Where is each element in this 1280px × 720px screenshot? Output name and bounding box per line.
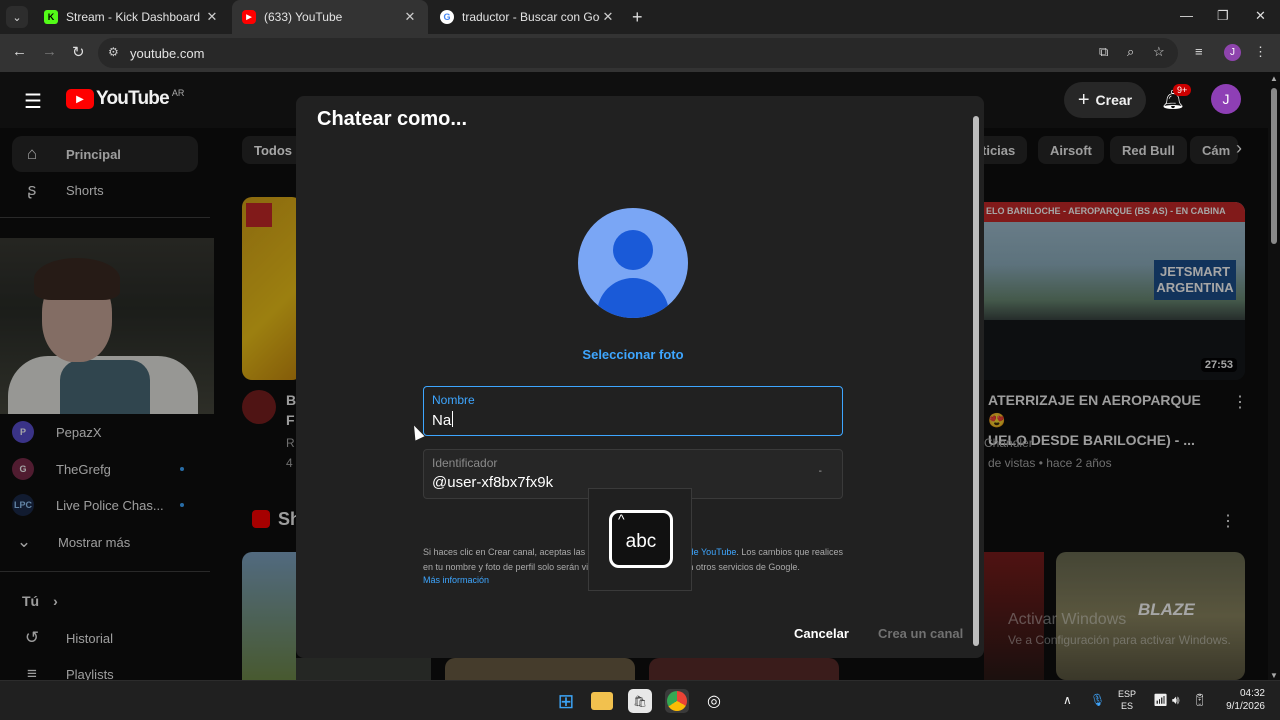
scroll-down-icon[interactable]: ▼ <box>1270 671 1278 680</box>
youtube-logo[interactable]: ▶ YouTube AR <box>66 88 184 110</box>
browser-tab-strip: ⌄ K Stream - Kick Dashboard ✕ ▶ (633) Yo… <box>0 0 1280 34</box>
windows-start-icon[interactable]: ⊞ <box>554 689 578 713</box>
tray-overflow-icon[interactable]: ∧ <box>1063 693 1072 707</box>
more-info-link[interactable]: Más información <box>423 575 489 585</box>
screen: ⌄ K Stream - Kick Dashboard ✕ ▶ (633) Yo… <box>0 0 1280 720</box>
address-bar[interactable]: ⚙ youtube.com <box>98 38 1178 68</box>
chrome-menu-icon[interactable]: ⋮ <box>1254 44 1267 60</box>
name-field[interactable]: Nombre Na <box>423 386 843 436</box>
close-tab-icon[interactable]: ✕ <box>600 9 616 25</box>
page-scrollbar[interactable]: ▲ ▼ <box>1268 72 1280 680</box>
ime-mode-indicator: ^ abc <box>588 488 692 591</box>
ime-key-text: abc <box>625 531 657 552</box>
volume-icon[interactable]: 🔊︎ <box>1172 693 1180 708</box>
logo-wordmark: YouTube <box>96 88 170 109</box>
clock-time: 04:32 <box>1239 688 1265 699</box>
language-code: ESP <box>1118 689 1137 699</box>
tab-title: (633) YouTube <box>264 10 343 24</box>
close-tab-icon[interactable]: ✕ <box>402 9 418 25</box>
create-label: Crear <box>1095 92 1133 108</box>
close-window-icon[interactable]: ✕ <box>1255 8 1266 24</box>
microphone-icon[interactable]: 🎙︎ <box>1090 693 1105 707</box>
chrome-logo-icon <box>667 691 687 711</box>
name-input-value[interactable]: Na <box>432 411 454 429</box>
tab-search-button[interactable]: ⌄ <box>6 6 28 28</box>
browser-toolbar: ← → ↻ ⚙ youtube.com ⧉ ⌕ ☆ ≡ ⋮ <box>0 34 1280 72</box>
kick-favicon-icon: K <box>44 10 58 24</box>
file-explorer-icon[interactable] <box>591 692 613 710</box>
reload-icon[interactable]: ↻ <box>72 43 85 61</box>
ime-key: ^ abc <box>609 510 673 568</box>
site-info-icon[interactable]: ⚙ <box>108 45 119 59</box>
name-field-label: Nombre <box>432 393 475 407</box>
tab-youtube[interactable]: ▶ (633) YouTube ✕ <box>232 0 428 34</box>
microsoft-store-icon[interactable]: 🛍︎ <box>628 689 652 713</box>
new-tab-button[interactable]: + <box>632 7 643 28</box>
keyboard-layout: ES <box>1121 701 1134 711</box>
close-tab-icon[interactable]: ✕ <box>204 9 220 25</box>
google-favicon-icon: G <box>440 10 454 24</box>
battery-icon[interactable]: 🔋︎ <box>1192 693 1207 707</box>
windows-taskbar: ⊞ 🛍︎ ◎ ∧ 🎙︎ 📶︎ 🔊︎ 🔋︎ <box>0 680 1280 720</box>
cancel-button[interactable]: Cancelar <box>794 626 849 641</box>
browser-profile-avatar[interactable]: J <box>1224 44 1241 61</box>
wifi-icon[interactable]: 📶︎ <box>1153 693 1168 707</box>
country-code: AR <box>171 88 185 98</box>
terms-prefix: Si haces clic en Crear canal, aceptas la… <box>423 547 586 557</box>
media-controls-icon[interactable]: ≡ <box>1195 44 1203 59</box>
url-text: youtube.com <box>130 46 205 61</box>
maximize-icon[interactable]: ❐ <box>1217 8 1229 24</box>
person-body-icon <box>597 278 669 318</box>
tab-kick[interactable]: K Stream - Kick Dashboard ✕ <box>34 0 230 34</box>
install-app-icon[interactable]: ⧉ <box>1099 44 1108 60</box>
menu-icon[interactable]: ☰ <box>24 89 42 114</box>
scroll-up-icon[interactable]: ▲ <box>1270 74 1278 83</box>
name-text: Na <box>432 412 452 429</box>
bookmark-star-icon[interactable]: ☆ <box>1153 44 1165 60</box>
dialog-scrollbar-thumb[interactable] <box>973 116 979 646</box>
dialog-title: Chatear como... <box>317 108 468 130</box>
tab-title: traductor - Buscar con Google <box>462 10 600 24</box>
tab-google[interactable]: G traductor - Buscar con Google ✕ <box>430 0 626 34</box>
tab-title: Stream - Kick Dashboard <box>66 10 201 24</box>
person-head-icon <box>613 230 653 270</box>
caret-up-icon: ^ <box>618 511 625 527</box>
forward-icon[interactable]: → <box>42 43 57 60</box>
taskbar-clock[interactable]: 04:32 9/1/2026 <box>1220 687 1265 713</box>
create-button[interactable]: + Crear <box>1064 82 1146 118</box>
back-icon[interactable]: ← <box>12 43 27 60</box>
youtube-play-icon: ▶ <box>66 89 94 109</box>
account-avatar[interactable]: J <box>1211 84 1241 114</box>
handle-input-value[interactable]: @user-xf8bx7fx9k <box>432 474 553 491</box>
select-photo-link[interactable]: Seleccionar foto <box>296 347 970 362</box>
zoom-icon[interactable]: ⌕ <box>1127 44 1134 60</box>
language-indicator[interactable]: ESP ES <box>1118 688 1136 712</box>
minimize-icon[interactable]: — <box>1180 8 1193 23</box>
profile-photo-placeholder[interactable] <box>578 208 688 318</box>
dialog-scrollbar[interactable] <box>972 102 980 652</box>
plus-icon: + <box>1077 88 1090 111</box>
notification-badge: 9+ <box>1173 84 1192 96</box>
handle-status-icon: - <box>818 466 822 477</box>
page-scrollbar-thumb[interactable] <box>1271 88 1277 244</box>
create-channel-button[interactable]: Crea un canal <box>878 626 963 641</box>
obs-icon[interactable]: ◎ <box>702 689 726 713</box>
youtube-favicon-icon: ▶ <box>242 10 256 24</box>
text-caret <box>452 411 454 427</box>
clock-date: 9/1/2026 <box>1226 701 1265 712</box>
chrome-taskbar-icon[interactable] <box>665 689 689 713</box>
handle-field-label: Identificador <box>432 456 498 470</box>
